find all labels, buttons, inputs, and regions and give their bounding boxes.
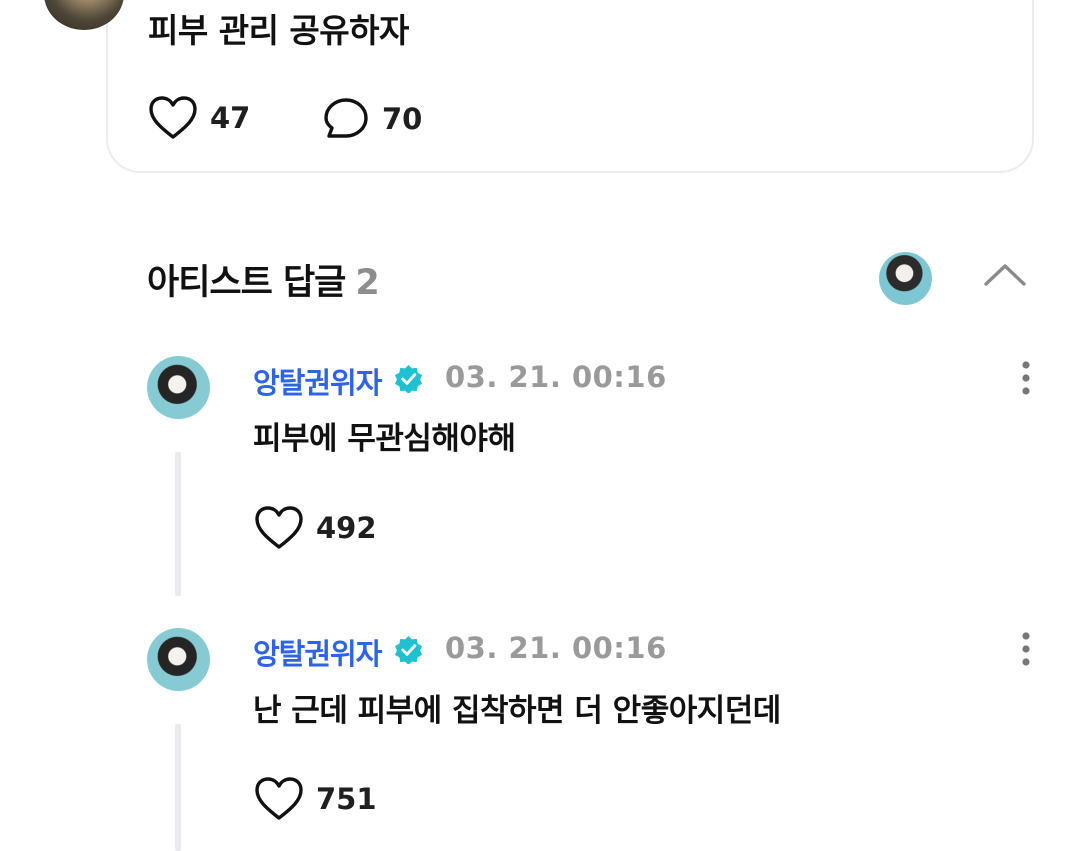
reply-like-count: 751: [316, 782, 377, 816]
heart-icon: [255, 506, 303, 549]
reply-timestamp: 03. 21. 00:16: [445, 631, 667, 665]
reply-like-button[interactable]: 751: [254, 776, 377, 822]
more-vertical-icon: [1022, 361, 1030, 395]
artist-avatar[interactable]: [879, 252, 932, 305]
post-comment-button[interactable]: 70: [324, 97, 422, 141]
more-vertical-icon: [1022, 632, 1030, 666]
chevron-up-icon: [984, 264, 1026, 286]
thread-line: [175, 724, 181, 851]
artist-replies-heading: 아티스트 답글 2: [147, 254, 380, 305]
post-like-count: 47: [210, 101, 251, 135]
collapse-button[interactable]: [982, 258, 1028, 290]
artist-replies-title: 아티스트 답글: [147, 263, 346, 303]
reply-like-count: 492: [316, 511, 377, 545]
verified-badge-icon: [394, 635, 423, 664]
verified-badge-icon: [394, 364, 423, 393]
post-text: 피부 관리 공유하자: [148, 11, 409, 50]
reply-author-avatar[interactable]: [147, 628, 210, 691]
post-like-button[interactable]: 47: [148, 95, 250, 141]
reply-author-avatar[interactable]: [147, 356, 210, 419]
reply-text: 난 근데 피부에 집착하면 더 안좋아지던데: [253, 693, 781, 729]
heart-icon: [149, 96, 197, 139]
heart-icon: [255, 777, 303, 820]
post-comment-count: 70: [382, 102, 423, 136]
reply-author-name[interactable]: 앙탈권위자: [253, 631, 382, 673]
reply-more-button[interactable]: [1016, 629, 1036, 669]
reply-author-name[interactable]: 앙탈권위자: [253, 360, 382, 402]
thread-line: [175, 452, 181, 596]
comment-bubble-icon: [324, 98, 368, 138]
artist-replies-count: 2: [355, 263, 379, 303]
reply-text: 피부에 무관심해야해: [253, 421, 516, 457]
reply-more-button[interactable]: [1016, 358, 1036, 398]
reply-like-button[interactable]: 492: [254, 505, 377, 551]
reply-timestamp: 03. 21. 00:16: [445, 360, 667, 394]
